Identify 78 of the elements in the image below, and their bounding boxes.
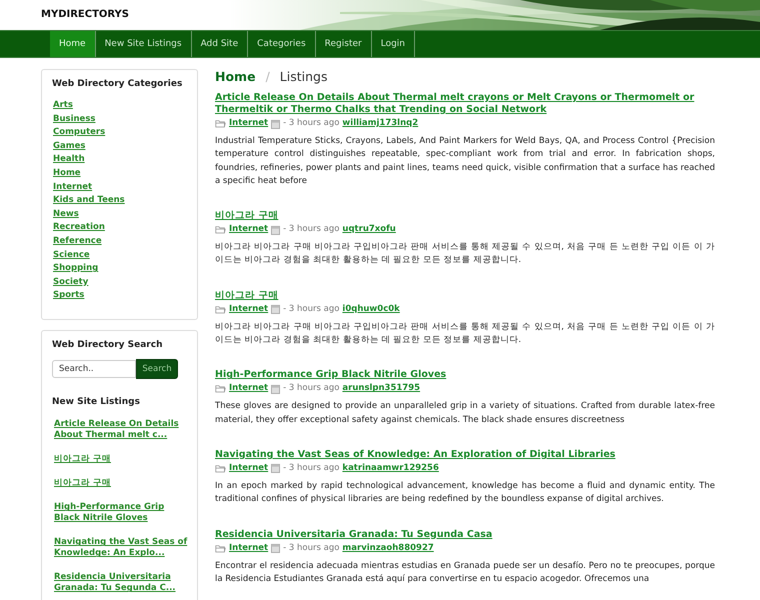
category-link[interactable]: Health bbox=[53, 153, 85, 166]
calendar-icon bbox=[271, 118, 280, 128]
panel-title: Web Directory Search bbox=[52, 340, 164, 350]
category-link[interactable]: Games bbox=[53, 140, 86, 152]
category-link[interactable]: Internet bbox=[229, 223, 268, 236]
calendar-icon bbox=[271, 224, 280, 235]
listing-description: These gloves are designed to provide an unparalleled grip in a variety of situations. Crafted from durable latex-free material, they offer exceptional safety against chemicals. The black shade ensures discreetness bbox=[215, 400, 715, 427]
listing-link[interactable]: 비아그라 구매 bbox=[54, 478, 111, 490]
listing-description: 비아그라 비아그라 구매 비아그라 구입비아그라 판매 서비스를 통해 제공될 수 있으며, 처음 구매 든 노련한 구입 이든 이 가이드는 비아그라 경험을 최대한 활용하는 데 필요한 모든 정보를 제공합니다. bbox=[215, 241, 715, 268]
nav-tab[interactable]: Login bbox=[372, 31, 415, 57]
listing-link[interactable]: Article Release On Details About Thermal melt c... bbox=[54, 419, 188, 442]
search-field[interactable]: Search.. bbox=[52, 360, 136, 378]
post-time: - 3 hours ago bbox=[283, 462, 340, 475]
category-link[interactable]: Internet bbox=[229, 542, 268, 555]
folder-icon bbox=[215, 464, 226, 473]
search-button[interactable]: Search bbox=[136, 359, 178, 380]
folder-icon bbox=[215, 544, 226, 553]
category-link[interactable]: Internet bbox=[229, 117, 268, 130]
category-link[interactable]: Computers bbox=[53, 126, 106, 138]
category-link[interactable]: Society bbox=[53, 276, 88, 288]
calendar-icon bbox=[271, 543, 280, 554]
listing-title[interactable]: Article Release On Details About Thermal melt crayons or Melt Crayons or Thermomelt or Thermeltik or Thermo Chalks that Trending on Social Network bbox=[215, 92, 715, 116]
category-link[interactable]: Reference bbox=[53, 234, 102, 247]
category-link[interactable]: Business bbox=[53, 112, 96, 125]
author-link[interactable]: williamj173lnq2 bbox=[342, 117, 418, 130]
breadcrumb-link[interactable]: Home bbox=[215, 69, 256, 84]
post-time: - 3 hours ago bbox=[283, 382, 340, 396]
category-link[interactable]: Sports bbox=[53, 289, 84, 302]
folder-icon bbox=[215, 304, 226, 314]
category-link[interactable]: Internet bbox=[229, 382, 268, 396]
category-link[interactable]: News bbox=[53, 208, 79, 220]
category-link[interactable]: Kids and Teens bbox=[53, 194, 125, 206]
listing-link[interactable]: Navigating the Vast Seas of Knowledge: An Explo... bbox=[54, 537, 188, 560]
site-logo[interactable]: MYDIRECTORYS bbox=[41, 9, 130, 20]
post-time: - 3 hours ago bbox=[283, 542, 340, 555]
listing-description: Industrial Temperature Sticks, Crayons, Labels, And Paint Markers for Weld Bays, QA, and Process Control {Precision temperature control distinguishes repeatable, spec-compliant work from trial and error. In fabrication shops, foundries, refineries, power plants and paint lines, teams need quick, visible confirmation that a surface has reached a specific heat before bbox=[215, 135, 715, 188]
category-link[interactable]: Internet bbox=[229, 462, 268, 475]
folder-icon bbox=[215, 384, 226, 394]
listing-title[interactable]: 비아그라 구매 bbox=[215, 210, 715, 222]
author-link[interactable]: katrinaamwr129256 bbox=[342, 462, 439, 475]
listing-link[interactable]: 비아그라 구매 bbox=[54, 454, 111, 466]
folder-icon bbox=[215, 225, 226, 234]
listing-description: In an epoch marked by rapid technological advancement, knowledge has become a fluid and dynamic entity. The traditional confines of physical libraries are being redefined by the boundless expanse of digital archives. bbox=[215, 480, 715, 506]
panel-title: New Site Listings bbox=[52, 397, 141, 408]
author-link[interactable]: arunslpn351795 bbox=[342, 382, 420, 396]
nav-tab[interactable]: New Site Listings bbox=[96, 31, 192, 57]
category-link[interactable]: Home bbox=[53, 166, 81, 179]
post-time: - 3 hours ago bbox=[283, 117, 340, 130]
category-link[interactable]: Science bbox=[53, 248, 90, 261]
listing-description: Encontrar el residencia adecuada mientras estudias en Granada puede ser un desafío. Pero no te preocupes, porque la Residencia Estudiantes Granada está aquí para convertirse en tu espacio acogedor. Ofrecemos una bbox=[215, 560, 715, 586]
author-link[interactable]: marvinzaoh880927 bbox=[342, 542, 434, 555]
listing-description: 비아그라 비아그라 구매 비아그라 구입비아그라 판매 서비스를 통해 제공될 수 있으며, 처음 구매 든 노련한 구입 이든 이 가이드는 비아그라 경험을 최대한 활용하는 데 필요한 모든 정보를 제공합니다. bbox=[215, 320, 715, 348]
author-link[interactable]: uqtru7xofu bbox=[342, 223, 396, 236]
nav-tab[interactable]: Categories bbox=[248, 31, 316, 57]
category-link[interactable]: Arts bbox=[53, 99, 73, 111]
folder-icon bbox=[215, 119, 226, 128]
listing-title[interactable]: High-Performance Grip Black Nitrile Gloves bbox=[215, 369, 715, 382]
category-link[interactable]: Internet bbox=[53, 180, 92, 193]
listing-link[interactable]: High-Performance Grip Black Nitrile Gloves bbox=[54, 502, 188, 524]
breadcrumb-separator: / bbox=[266, 69, 270, 84]
breadcrumb-current: Listings bbox=[280, 69, 328, 84]
category-link[interactable]: Recreation bbox=[53, 221, 105, 234]
author-link[interactable]: i0qhuw0c0k bbox=[342, 302, 400, 316]
nav-tab[interactable]: Home bbox=[50, 31, 96, 57]
calendar-icon bbox=[271, 304, 280, 314]
listing-link[interactable]: Residencia Universitaria Granada: Tu Segunda C... bbox=[54, 572, 188, 594]
panel-title: Web Directory Categories bbox=[52, 79, 184, 89]
post-time: - 3 hours ago bbox=[283, 302, 340, 316]
listing-title[interactable]: Navigating the Vast Seas of Knowledge: An Exploration of Digital Libraries bbox=[215, 448, 715, 461]
nav-tab[interactable]: Register bbox=[316, 31, 372, 57]
listing-title[interactable]: Residencia Universitaria Granada: Tu Segunda Casa bbox=[215, 528, 715, 541]
calendar-icon bbox=[271, 463, 280, 474]
nav-tab[interactable]: Add Site bbox=[192, 31, 248, 57]
post-time: - 3 hours ago bbox=[283, 223, 340, 236]
category-link[interactable]: Shopping bbox=[53, 262, 98, 274]
calendar-icon bbox=[271, 384, 280, 394]
listing-title[interactable]: 비아그라 구매 bbox=[215, 290, 715, 302]
category-link[interactable]: Internet bbox=[229, 302, 268, 316]
